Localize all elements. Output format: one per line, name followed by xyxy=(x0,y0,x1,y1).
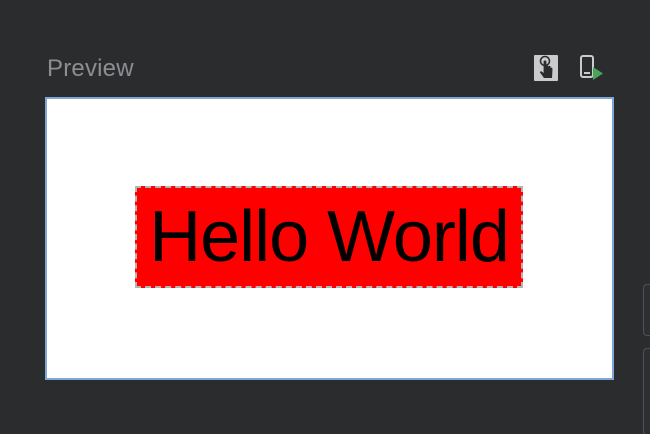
phone-run-icon xyxy=(580,55,603,80)
hello-world-text-view[interactable]: Hello World xyxy=(135,186,523,288)
side-panel-tab[interactable] xyxy=(643,348,650,434)
interactive-mode-button[interactable] xyxy=(532,54,560,82)
side-panel-tab[interactable] xyxy=(643,284,650,336)
preview-title: Preview xyxy=(47,55,134,82)
hand-pointer-icon xyxy=(534,55,558,81)
hello-world-text: Hello World xyxy=(149,197,510,277)
preview-canvas: Hello World xyxy=(45,97,614,380)
preview-panel: Preview Hello World xyxy=(0,0,650,434)
deploy-preview-button[interactable] xyxy=(576,54,604,82)
